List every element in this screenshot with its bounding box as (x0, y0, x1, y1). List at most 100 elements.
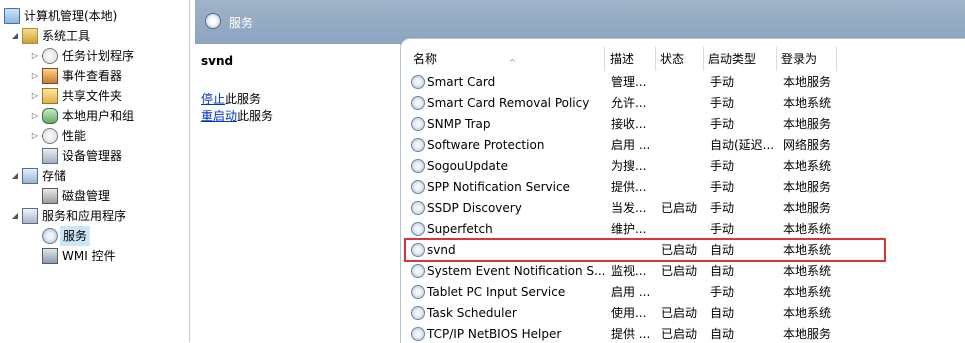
service-name-cell: Smart Card (427, 75, 496, 89)
collapse-arrow-icon[interactable]: ◢ (10, 26, 20, 46)
restart-service-link[interactable]: 重启动 (201, 109, 237, 123)
service-gear-icon (411, 138, 425, 152)
service-name-cell: System Event Notification S... (427, 264, 605, 278)
status-cell (661, 93, 707, 114)
users-icon (42, 108, 58, 124)
expand-arrow-icon[interactable]: ▷ (30, 106, 40, 126)
stop-service-line: 停止此服务 (201, 90, 261, 107)
logon-as-cell: 本地服务 (783, 327, 832, 341)
service-name-cell: Tablet PC Input Service (427, 285, 566, 299)
logon-as-cell: 本地服务 (783, 117, 832, 131)
service-name-cell: svnd (427, 243, 456, 257)
startup-type-cell: 自动(延迟... (710, 138, 775, 152)
service-name-cell: Superfetch (427, 222, 493, 236)
restart-service-line: 重启动此服务 (201, 107, 273, 124)
tree-item-label: WMI 控件 (62, 249, 116, 263)
column-header-label: 名称 (413, 52, 438, 66)
collapse-arrow-icon[interactable]: ◢ (10, 206, 20, 226)
wmi-icon (42, 248, 58, 264)
column-header-label: 登录为 (781, 52, 818, 66)
shared-folder-icon (42, 88, 58, 104)
table-row[interactable]: TCP/IP NetBIOS Helper 提供 ... 已启动 自动 本地服务 (405, 324, 965, 343)
table-row[interactable]: Software Protection 启用 ... 自动(延迟... 网络服务 (405, 135, 965, 156)
column-header-label: 启动类型 (708, 52, 757, 66)
expand-arrow-icon[interactable]: ▷ (30, 86, 40, 106)
console-tree: 计算机管理(本地) ◢ 系统工具 ▷ 任务计划程序 ▷ 事件查看器 ▷ 共享文件… (0, 0, 190, 342)
table-row[interactable]: SSDP Discovery 当发... 已启动 手动 本地服务 (405, 198, 965, 219)
status-cell (661, 72, 707, 93)
status-cell (661, 282, 707, 303)
table-row[interactable]: SPP Notification Service 提供... 手动 本地服务 (405, 177, 965, 198)
column-header-label: 描述 (610, 52, 635, 66)
service-gear-icon (411, 327, 425, 341)
tree-item-label: 共享文件夹 (62, 89, 123, 103)
startup-type-cell: 手动 (710, 159, 735, 173)
column-header-startup-type[interactable]: 启动类型 (704, 47, 777, 71)
startup-type-cell: 自动 (710, 264, 735, 278)
tree-item-label: 事件查看器 (62, 69, 123, 83)
tree-item-label: 计算机管理(本地) (24, 9, 118, 23)
collapse-arrow-icon[interactable]: ◢ (10, 166, 20, 186)
status-cell (661, 177, 707, 198)
column-header-status[interactable]: 状态 (656, 47, 704, 71)
table-row[interactable]: SNMP Trap 接收... 手动 本地服务 (405, 114, 965, 135)
description-cell: 维护... (611, 222, 647, 236)
startup-type-cell: 手动 (710, 180, 735, 194)
column-header-name[interactable]: 名称 ^ (409, 47, 605, 71)
logon-as-cell: 本地系统 (783, 306, 832, 320)
computer-icon (4, 8, 20, 24)
stop-service-link[interactable]: 停止 (201, 92, 225, 106)
service-gear-icon (411, 264, 425, 278)
status-cell (661, 114, 707, 135)
description-cell: 使用... (611, 306, 647, 320)
logon-as-cell: 本地系统 (783, 264, 832, 278)
description-cell: 管理... (611, 75, 647, 89)
table-row[interactable]: System Event Notification S... 监视... 已启动 自动… (405, 261, 965, 282)
expand-arrow-icon[interactable]: ▷ (30, 126, 40, 146)
description-cell: 允许... (611, 96, 647, 110)
status-cell (661, 135, 707, 156)
description-cell: 启用 ... (611, 138, 651, 152)
service-detail-pane: svnd 停止此服务 重启动此服务 (195, 44, 400, 342)
tree-item-label: 系统工具 (42, 29, 91, 43)
tree-item-label: 设备管理器 (62, 149, 123, 163)
service-gear-icon (411, 75, 425, 89)
event-viewer-icon (42, 68, 58, 84)
table-row[interactable]: Tablet PC Input Service 启用 ... 手动 本地系统 (405, 282, 965, 303)
service-gear-icon (411, 201, 425, 215)
tree-item-label: 磁盘管理 (62, 189, 111, 203)
table-row[interactable]: Smart Card 管理... 手动 本地服务 (405, 72, 965, 93)
table-row[interactable]: Smart Card Removal Policy 允许... 手动 本地系统 (405, 93, 965, 114)
column-header-description[interactable]: 描述 (606, 47, 656, 71)
expand-arrow-icon[interactable]: ▷ (30, 46, 40, 66)
service-name-cell: Software Protection (427, 138, 545, 152)
expand-arrow-icon[interactable]: ▷ (30, 66, 40, 86)
status-cell (661, 156, 707, 177)
column-header-logon-as[interactable]: 登录为 (777, 47, 837, 71)
table-row[interactable]: SogouUpdate 为搜... 手动 本地系统 (405, 156, 965, 177)
logon-as-cell: 本地服务 (783, 201, 832, 215)
table-row[interactable]: Task Scheduler 使用... 已启动 自动 本地系统 (405, 303, 965, 324)
performance-icon (42, 128, 58, 144)
service-gear-icon (411, 159, 425, 173)
service-gear-icon (411, 306, 425, 320)
logon-as-cell: 本地服务 (783, 180, 832, 194)
table-row[interactable]: Superfetch 维护... 手动 本地系统 (405, 219, 965, 240)
page-title: 服务 (229, 16, 254, 30)
table-row[interactable]: svnd 已启动 自动 本地系统 (405, 240, 965, 261)
description-cell: 提供... (611, 180, 647, 194)
status-cell: 已启动 (661, 264, 698, 278)
startup-type-cell: 自动 (710, 327, 735, 341)
service-gear-icon (411, 222, 425, 236)
service-name-cell: TCP/IP NetBIOS Helper (427, 327, 562, 341)
tools-icon (22, 28, 38, 44)
logon-as-cell: 本地系统 (783, 159, 832, 173)
description-cell (611, 240, 657, 261)
status-cell: 已启动 (661, 243, 698, 257)
services-list: 名称 ^ 描述 状态 启动类型 登录为 Smart Card 管理... 手动 本地服… (400, 38, 965, 343)
status-cell: 已启动 (661, 201, 698, 215)
selected-service-name: svnd (201, 54, 234, 68)
tree-item-label: 服务 (60, 226, 91, 246)
status-cell: 已启动 (661, 306, 698, 320)
startup-type-cell: 手动 (710, 222, 735, 236)
